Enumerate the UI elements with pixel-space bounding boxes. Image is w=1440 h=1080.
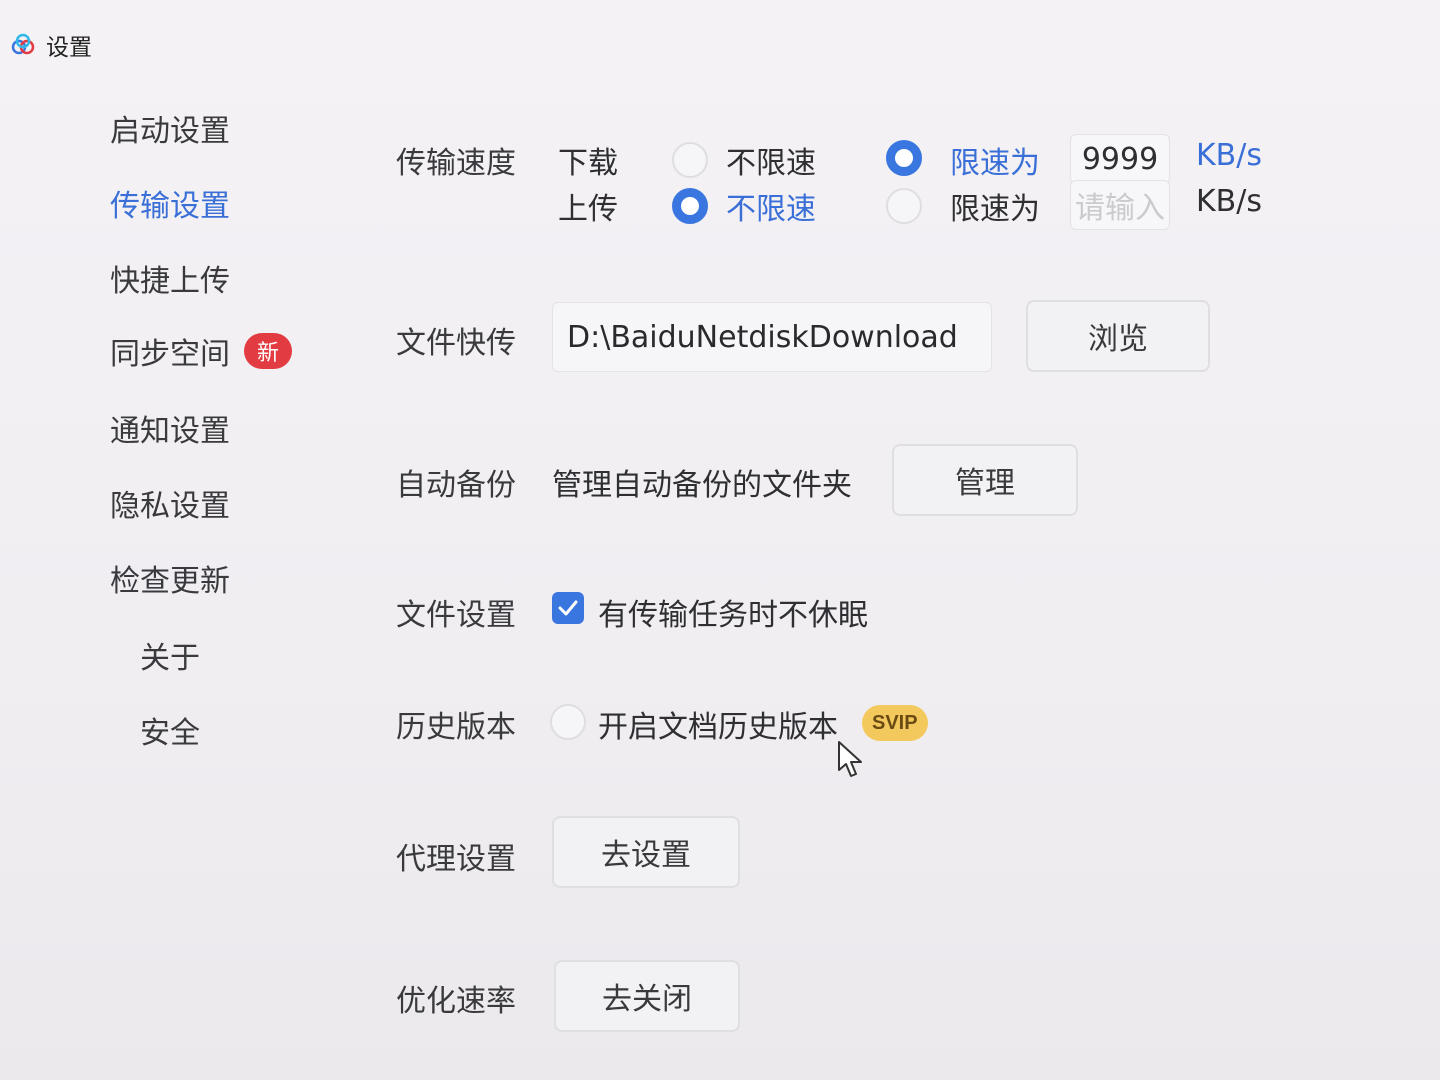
sidebar-item-sync-space[interactable]: 同步空间 新 [110, 329, 292, 373]
upload-speed-input[interactable]: 请输入 [1070, 180, 1170, 230]
sidebar-item-quick-upload[interactable]: 快捷上传 [110, 256, 230, 300]
sidebar-item-privacy[interactable]: 隐私设置 [110, 481, 230, 525]
history-version-toggle[interactable] [550, 704, 586, 740]
download-label: 下载 [558, 146, 618, 181]
upload-label: 上传 [558, 192, 618, 227]
upload-unlimited-radio[interactable] [672, 188, 708, 224]
go-proxy-settings-button[interactable]: 去设置 [552, 816, 740, 888]
history-version-label: 历史版本 [396, 710, 516, 745]
auto-backup-description: 管理自动备份的文件夹 [552, 468, 852, 503]
download-limit-radio[interactable] [886, 140, 922, 176]
sidebar-item-about[interactable]: 关于 [140, 633, 200, 677]
transfer-speed-label: 传输速度 [396, 146, 516, 181]
sidebar-item-check-update[interactable]: 检查更新 [110, 556, 230, 600]
sidebar-item-startup[interactable]: 启动设置 [110, 106, 230, 150]
new-badge: 新 [244, 333, 292, 369]
no-sleep-checkbox[interactable] [552, 592, 584, 624]
download-unlimited-label[interactable]: 不限速 [726, 138, 816, 182]
sidebar-item-label: 传输设置 [110, 189, 230, 224]
check-icon [558, 600, 578, 616]
mouse-pointer-icon [838, 741, 862, 777]
sidebar-item-transfer[interactable]: 传输设置 [110, 181, 230, 225]
file-settings-label: 文件设置 [396, 598, 516, 633]
no-sleep-label[interactable]: 有传输任务时不休眠 [598, 590, 868, 634]
browse-button[interactable]: 浏览 [1026, 300, 1210, 372]
upload-limit-label[interactable]: 限速为 [950, 184, 1040, 228]
upload-limit-radio[interactable] [886, 188, 922, 224]
baidu-netdisk-logo-icon [11, 33, 35, 55]
sidebar-item-label: 关于 [140, 641, 200, 676]
download-limit-label[interactable]: 限速为 [950, 138, 1040, 182]
download-unlimited-radio[interactable] [672, 142, 708, 178]
download-path-field[interactable]: D:\BaiduNetdiskDownload [552, 302, 992, 372]
sidebar-item-label: 同步空间 [110, 337, 230, 372]
auto-backup-label: 自动备份 [396, 468, 516, 503]
sidebar-item-label: 安全 [140, 716, 200, 751]
sidebar-item-security[interactable]: 安全 [140, 708, 200, 752]
sidebar-item-label: 通知设置 [110, 414, 230, 449]
transfer-settings-panel: 传输速度 下载 不限速 限速为 9999 KB/s 上传 不限速 限速为 请输入… [390, 0, 1440, 1080]
upload-unit-label: KB/s [1196, 184, 1262, 219]
download-speed-input[interactable]: 9999 [1070, 134, 1170, 184]
window-title: 设置 [46, 35, 92, 61]
optimize-speed-label: 优化速率 [396, 984, 516, 1019]
turn-off-optimize-button[interactable]: 去关闭 [554, 960, 740, 1032]
upload-unlimited-label[interactable]: 不限速 [726, 184, 816, 228]
sidebar-item-label: 隐私设置 [110, 489, 230, 524]
svip-badge: SVIP [862, 705, 928, 741]
sidebar-item-label: 检查更新 [110, 564, 230, 599]
sidebar-item-label: 启动设置 [110, 114, 230, 149]
manage-backup-button[interactable]: 管理 [892, 444, 1078, 516]
settings-window: 设置 启动设置 传输设置 快捷上传 同步空间 新 通知设置 隐私设置 检查更新 … [0, 0, 1440, 1080]
sidebar-item-label: 快捷上传 [110, 264, 230, 299]
sidebar-item-notifications[interactable]: 通知设置 [110, 406, 230, 450]
download-unit-label: KB/s [1196, 138, 1262, 173]
file-transfer-label: 文件快传 [396, 326, 516, 361]
proxy-settings-label: 代理设置 [396, 842, 516, 877]
history-version-enable-label[interactable]: 开启文档历史版本 [598, 702, 838, 746]
